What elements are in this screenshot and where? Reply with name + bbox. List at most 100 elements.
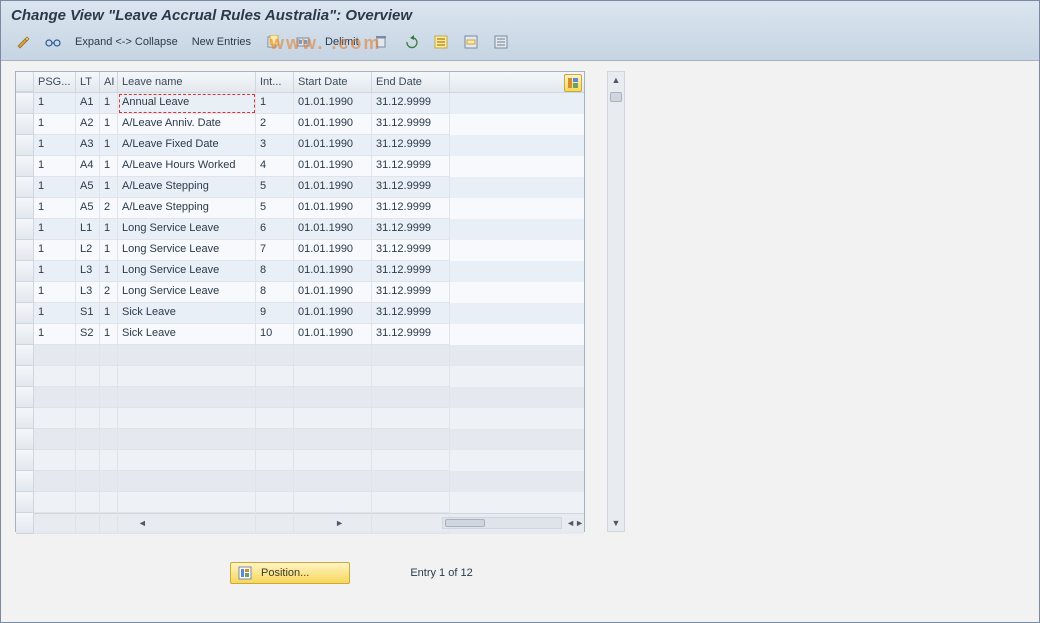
- cell-psg[interactable]: 1: [34, 282, 76, 303]
- cell-int[interactable]: 2: [256, 114, 294, 135]
- cell-lt[interactable]: A1: [76, 93, 100, 114]
- row-selector[interactable]: [16, 114, 34, 135]
- cell-int[interactable]: 1: [256, 93, 294, 114]
- column-lt[interactable]: LT: [76, 72, 100, 92]
- cell-int[interactable]: 5: [256, 177, 294, 198]
- column-leave-name[interactable]: Leave name: [118, 72, 256, 92]
- cell-ai[interactable]: 2: [100, 198, 118, 219]
- row-selector[interactable]: [16, 261, 34, 282]
- cell-psg[interactable]: 1: [34, 156, 76, 177]
- column-ai[interactable]: AI: [100, 72, 118, 92]
- scroll-up-icon[interactable]: ▲: [608, 72, 624, 88]
- cell-start[interactable]: 01.01.1990: [294, 303, 372, 324]
- select-block-icon[interactable]: [459, 32, 483, 52]
- column-rowselect[interactable]: [16, 72, 34, 92]
- cell-end[interactable]: 31.12.9999: [372, 303, 450, 324]
- cell-lt[interactable]: L2: [76, 240, 100, 261]
- h-scroll-thumb[interactable]: [445, 519, 485, 527]
- column-end[interactable]: End Date: [372, 72, 450, 92]
- scroll-right2-icon[interactable]: ►: [575, 515, 584, 531]
- v-scroll-track[interactable]: [608, 88, 624, 515]
- cell-end[interactable]: 31.12.9999: [372, 261, 450, 282]
- table-row[interactable]: 1A11Annual Leave101.01.199031.12.9999: [16, 93, 584, 114]
- cell-start[interactable]: 01.01.1990: [294, 114, 372, 135]
- scroll-left2-icon[interactable]: ◄: [566, 515, 575, 531]
- cell-psg[interactable]: 1: [34, 114, 76, 135]
- cell-leave-name[interactable]: Long Service Leave: [118, 261, 256, 282]
- row-selector[interactable]: [16, 303, 34, 324]
- cell-lt[interactable]: L1: [76, 219, 100, 240]
- cell-int[interactable]: 8: [256, 282, 294, 303]
- cell-psg[interactable]: 1: [34, 135, 76, 156]
- cell-ai[interactable]: 1: [100, 135, 118, 156]
- cell-end[interactable]: 31.12.9999: [372, 219, 450, 240]
- table-config-icon[interactable]: [564, 74, 582, 92]
- cell-start[interactable]: 01.01.1990: [294, 261, 372, 282]
- cell-end[interactable]: 31.12.9999: [372, 93, 450, 114]
- cell-psg[interactable]: 1: [34, 93, 76, 114]
- scroll-left-icon[interactable]: ◄: [44, 515, 241, 531]
- row-selector[interactable]: [16, 324, 34, 345]
- cell-leave-name[interactable]: A/Leave Fixed Date: [118, 135, 256, 156]
- row-selector[interactable]: [16, 240, 34, 261]
- row-selector[interactable]: [16, 282, 34, 303]
- cell-ai[interactable]: 1: [100, 156, 118, 177]
- cell-lt[interactable]: A4: [76, 156, 100, 177]
- cell-ai[interactable]: 1: [100, 303, 118, 324]
- cell-int[interactable]: 3: [256, 135, 294, 156]
- toggle-display-icon[interactable]: [11, 32, 35, 52]
- cell-psg[interactable]: 1: [34, 177, 76, 198]
- table-row[interactable]: 1A51A/Leave Stepping501.01.199031.12.999…: [16, 177, 584, 198]
- table-row[interactable]: 1L21Long Service Leave701.01.199031.12.9…: [16, 240, 584, 261]
- cell-leave-name[interactable]: Sick Leave: [118, 324, 256, 345]
- cell-psg[interactable]: 1: [34, 261, 76, 282]
- cell-int[interactable]: 7: [256, 240, 294, 261]
- cell-ai[interactable]: 1: [100, 219, 118, 240]
- cell-psg[interactable]: 1: [34, 324, 76, 345]
- row-selector[interactable]: [16, 219, 34, 240]
- table-row[interactable]: 1A21A/Leave Anniv. Date201.01.199031.12.…: [16, 114, 584, 135]
- select-all-icon[interactable]: [429, 32, 453, 52]
- cell-start[interactable]: 01.01.1990: [294, 219, 372, 240]
- cell-int[interactable]: 8: [256, 261, 294, 282]
- cell-lt[interactable]: L3: [76, 261, 100, 282]
- cell-leave-name[interactable]: A/Leave Hours Worked: [118, 156, 256, 177]
- cell-end[interactable]: 31.12.9999: [372, 240, 450, 261]
- cell-ai[interactable]: 1: [100, 240, 118, 261]
- cell-start[interactable]: 01.01.1990: [294, 93, 372, 114]
- cell-leave-name[interactable]: A/Leave Stepping: [118, 198, 256, 219]
- cell-ai[interactable]: 1: [100, 324, 118, 345]
- column-psg[interactable]: PSG...: [34, 72, 76, 92]
- table-row[interactable]: 1L32Long Service Leave801.01.199031.12.9…: [16, 282, 584, 303]
- vertical-scrollbar[interactable]: ▲ ▼: [607, 71, 625, 532]
- column-int[interactable]: Int...: [256, 72, 294, 92]
- cell-leave-name[interactable]: A/Leave Stepping: [118, 177, 256, 198]
- table-row[interactable]: 1A41A/Leave Hours Worked401.01.199031.12…: [16, 156, 584, 177]
- row-selector[interactable]: [16, 198, 34, 219]
- cell-lt[interactable]: A5: [76, 198, 100, 219]
- cell-start[interactable]: 01.01.1990: [294, 198, 372, 219]
- position-button[interactable]: Position...: [230, 562, 350, 584]
- cell-start[interactable]: 01.01.1990: [294, 324, 372, 345]
- cell-leave-name[interactable]: Sick Leave: [118, 303, 256, 324]
- table-row[interactable]: 1S11Sick Leave901.01.199031.12.9999: [16, 303, 584, 324]
- cell-ai[interactable]: 2: [100, 282, 118, 303]
- cell-ai[interactable]: 1: [100, 114, 118, 135]
- cell-ai[interactable]: 1: [100, 93, 118, 114]
- scroll-down-icon[interactable]: ▼: [608, 515, 624, 531]
- cell-lt[interactable]: S1: [76, 303, 100, 324]
- cell-int[interactable]: 10: [256, 324, 294, 345]
- table-row[interactable]: 1S21Sick Leave1001.01.199031.12.9999: [16, 324, 584, 345]
- copy-as-icon[interactable]: [291, 32, 315, 52]
- cell-lt[interactable]: A3: [76, 135, 100, 156]
- cell-int[interactable]: 5: [256, 198, 294, 219]
- row-selector[interactable]: [16, 135, 34, 156]
- cell-end[interactable]: 31.12.9999: [372, 114, 450, 135]
- glasses-icon[interactable]: [41, 32, 65, 52]
- cell-end[interactable]: 31.12.9999: [372, 177, 450, 198]
- cell-start[interactable]: 01.01.1990: [294, 156, 372, 177]
- cell-leave-name[interactable]: Long Service Leave: [118, 240, 256, 261]
- cell-lt[interactable]: A5: [76, 177, 100, 198]
- cell-psg[interactable]: 1: [34, 198, 76, 219]
- cell-end[interactable]: 31.12.9999: [372, 135, 450, 156]
